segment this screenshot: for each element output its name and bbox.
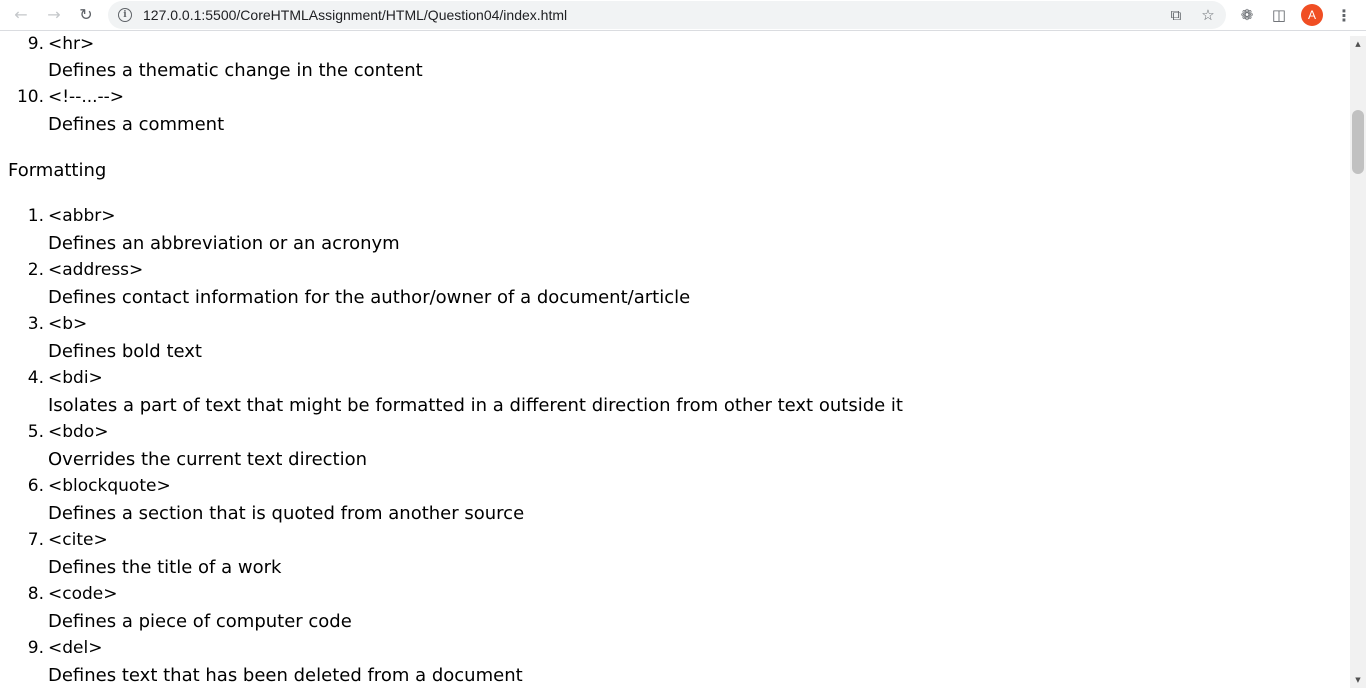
bookmark-star-icon[interactable]: ☆: [1198, 5, 1218, 25]
list-number: 9.: [27, 36, 44, 54]
menu-kebab-icon[interactable]: ⋮: [1333, 4, 1355, 26]
tag-description: Defines an abbreviation or an acronym: [48, 233, 400, 254]
tag-name: <cite>: [48, 530, 108, 550]
list-number: 3.: [27, 314, 44, 334]
profile-avatar[interactable]: A: [1301, 4, 1323, 26]
list-number: 10.: [16, 87, 44, 107]
tag-description: Isolates a part of text that might be fo…: [48, 395, 903, 416]
tag-name: <hr>: [48, 36, 95, 54]
scrollbar-thumb[interactable]: [1352, 110, 1364, 174]
side-panel-icon[interactable]: ◫: [1268, 4, 1290, 26]
list-number: 2.: [27, 260, 44, 280]
site-info-icon[interactable]: i: [118, 8, 132, 22]
tag-description: Defines a section that is quoted from an…: [48, 503, 525, 524]
tag-description: Defines contact information for the auth…: [48, 287, 691, 308]
tag-name: <code>: [48, 584, 118, 604]
tag-name: <!--...-->: [48, 87, 125, 107]
tag-name: <b>: [48, 314, 88, 334]
list-number: 5.: [27, 422, 44, 442]
tag-description: Defines a thematic change in the content: [48, 60, 423, 81]
list-number: 1.: [27, 206, 44, 226]
tag-description: Defines text that has been deleted from …: [48, 665, 523, 686]
section-heading: Formatting: [8, 160, 107, 181]
tag-description: Defines a piece of computer code: [48, 611, 352, 632]
tag-description: Overrides the current text direction: [48, 449, 368, 470]
extensions-icon[interactable]: ❁: [1236, 4, 1258, 26]
vertical-scrollbar[interactable]: ▲ ▼: [1350, 36, 1366, 688]
tag-name: <bdi>: [48, 368, 103, 388]
reload-icon[interactable]: ↻: [73, 3, 99, 27]
tag-name: <del>: [48, 638, 103, 658]
tag-description: Defines the title of a work: [48, 557, 282, 578]
list-number: 9.: [27, 638, 44, 658]
tag-description: Defines a comment: [48, 114, 225, 135]
url-text[interactable]: 127.0.0.1:5500/CoreHTMLAssignment/HTML/Q…: [143, 7, 567, 23]
tag-description: Defines bold text: [48, 341, 202, 362]
tag-name: <address>: [48, 260, 144, 280]
list-number: 6.: [27, 476, 44, 496]
list-number: 4.: [27, 368, 44, 388]
list-number: 7.: [27, 530, 44, 550]
share-icon[interactable]: ⧉: [1166, 5, 1186, 25]
browser-toolbar: ← → ↻ i 127.0.0.1:5500/CoreHTMLAssignmen…: [0, 0, 1366, 31]
scroll-up-arrow-icon[interactable]: ▲: [1350, 36, 1366, 52]
list-number: 8.: [27, 584, 44, 604]
scroll-down-arrow-icon[interactable]: ▼: [1350, 672, 1366, 688]
tag-name: <abbr>: [48, 206, 116, 226]
forward-icon[interactable]: →: [41, 3, 67, 27]
back-icon[interactable]: ←: [8, 3, 34, 27]
tag-name: <blockquote>: [48, 476, 171, 496]
tag-name: <bdo>: [48, 422, 109, 442]
page-content: 9. <hr> Defines a thematic change in the…: [0, 36, 1350, 688]
address-bar[interactable]: i 127.0.0.1:5500/CoreHTMLAssignment/HTML…: [108, 1, 1226, 29]
